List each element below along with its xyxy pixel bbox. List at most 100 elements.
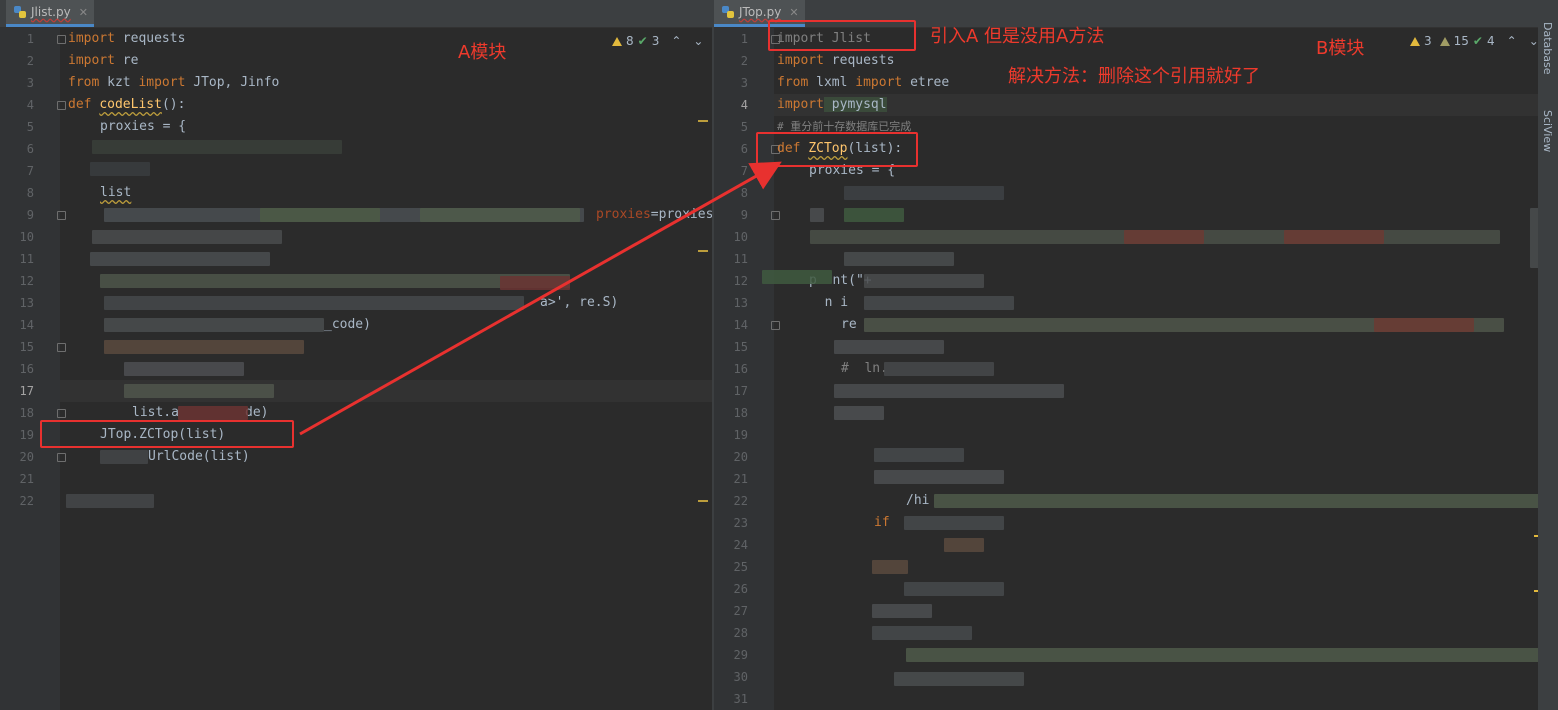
highlight-box-call: [40, 420, 294, 448]
line-number[interactable]: 19: [0, 424, 34, 446]
line-number[interactable]: 23: [714, 512, 748, 534]
line-number[interactable]: 3: [0, 72, 34, 94]
line-number[interactable]: 20: [714, 446, 748, 468]
line-number[interactable]: 11: [0, 248, 34, 270]
python-file-icon: [14, 6, 26, 18]
code-line-3: from lxml import etree: [777, 75, 950, 90]
line-number[interactable]: 10: [714, 226, 748, 248]
line-number[interactable]: 15: [0, 336, 34, 358]
close-icon[interactable]: ✕: [789, 6, 798, 19]
line-number[interactable]: 8: [714, 182, 748, 204]
line-number[interactable]: 8: [0, 182, 34, 204]
fold-marker-icon[interactable]: [771, 321, 780, 330]
line-number[interactable]: 13: [714, 292, 748, 314]
line-number[interactable]: 30: [714, 666, 748, 688]
scroll-marker: [698, 120, 708, 122]
line-number[interactable]: 18: [714, 402, 748, 424]
left-editor-pane: Jlist.py ✕ 1 2 3 4 5 6 7 8 9 10 11 12 13 14 15 16 17 18 19…: [0, 0, 712, 710]
line-number[interactable]: 24: [714, 534, 748, 556]
line-number[interactable]: 28: [714, 622, 748, 644]
right-editor-pane: JTop.py ✕ 1 2 3 4 5 6 7 8 9 10 11 12 13 14 15 16 17 18 19 2…: [714, 0, 1558, 710]
line-number[interactable]: 7: [0, 160, 34, 182]
inspection-widget[interactable]: 3 15 ✔ 4 ⌃ ⌄: [1410, 34, 1539, 48]
code-line-4: def codeList():: [68, 97, 186, 112]
code-line-1: import requests: [68, 31, 186, 46]
annotation-note-fix: 解决方法：删除这个引用就好了: [1008, 66, 1260, 87]
right-tool-strip: Database SciView: [1538, 0, 1558, 710]
line-number[interactable]: 9: [0, 204, 34, 226]
line-number[interactable]: 13: [0, 292, 34, 314]
inspection-widget[interactable]: 8 ✔ 3 ⌃ ⌄: [612, 34, 703, 48]
line-number[interactable]: 12: [714, 270, 748, 292]
fold-marker-icon[interactable]: [57, 409, 66, 418]
line-number[interactable]: 19: [714, 424, 748, 446]
line-number[interactable]: 5: [0, 116, 34, 138]
line-number[interactable]: 29: [714, 644, 748, 666]
annotation-label-b: B模块: [1316, 38, 1365, 59]
line-number[interactable]: 6: [714, 138, 748, 160]
tab-jlist[interactable]: Jlist.py ✕: [6, 0, 94, 27]
line-number[interactable]: 21: [714, 468, 748, 490]
fold-marker-icon[interactable]: [57, 35, 66, 44]
line-number[interactable]: 22: [0, 490, 34, 512]
line-number[interactable]: 17: [714, 380, 748, 402]
line-number[interactable]: 2: [714, 50, 748, 72]
warning-icon: [612, 36, 622, 46]
line-number[interactable]: 20: [0, 446, 34, 468]
line-number[interactable]: 5: [714, 116, 748, 138]
line-number[interactable]: 15: [714, 336, 748, 358]
chevron-up-icon[interactable]: ⌃: [671, 34, 681, 48]
database-tool-tab[interactable]: Database: [1541, 22, 1554, 75]
line-number[interactable]: 22: [714, 490, 748, 512]
line-number[interactable]: 18: [0, 402, 34, 424]
line-number[interactable]: 11: [714, 248, 748, 270]
line-number[interactable]: 3: [714, 72, 748, 94]
fold-marker-icon[interactable]: [57, 101, 66, 110]
code-line-16: # ln.: [841, 361, 888, 376]
line-number[interactable]: 21: [0, 468, 34, 490]
line-number[interactable]: 1: [0, 28, 34, 50]
line-number[interactable]: 6: [0, 138, 34, 160]
fold-marker-icon[interactable]: [57, 343, 66, 352]
current-line-highlight: [774, 94, 1538, 116]
line-number[interactable]: 25: [714, 556, 748, 578]
weak-warning-count: 15: [1453, 34, 1469, 48]
sciview-tool-tab[interactable]: SciView: [1541, 110, 1554, 152]
code-line-13-tail: a>', re.S): [540, 295, 619, 310]
line-number[interactable]: 31: [714, 688, 748, 710]
fold-marker-icon[interactable]: [771, 211, 780, 220]
line-number[interactable]: 1: [714, 28, 748, 50]
line-number-gutter: 1 2 3 4 5 6 7 8 9 10 11 12 13 14 15 16 17 18 19 20 21 22 23 24 2…: [714, 28, 780, 710]
code-line-3: from kzt import JTop, Jinfo: [68, 75, 280, 90]
code-line-9-tail: proxies=proxies: [596, 207, 712, 222]
chevron-up-icon[interactable]: ⌃: [1507, 34, 1517, 48]
close-icon[interactable]: ✕: [79, 6, 88, 19]
python-file-icon: [722, 6, 734, 18]
weak-warning-icon: ✔: [637, 34, 648, 48]
line-number[interactable]: 14: [0, 314, 34, 336]
line-number[interactable]: 26: [714, 578, 748, 600]
line-number[interactable]: 14: [714, 314, 748, 336]
chevron-down-icon[interactable]: ⌄: [693, 34, 703, 48]
line-number[interactable]: 16: [0, 358, 34, 380]
line-number[interactable]: 17: [0, 380, 34, 402]
warning-count: 8: [626, 34, 634, 48]
line-number[interactable]: 12: [0, 270, 34, 292]
line-number[interactable]: 27: [714, 600, 748, 622]
line-number[interactable]: 9: [714, 204, 748, 226]
fold-marker-icon[interactable]: [57, 211, 66, 220]
ok-count: 4: [1486, 34, 1495, 48]
line-number[interactable]: 10: [0, 226, 34, 248]
line-number[interactable]: 16: [714, 358, 748, 380]
weak-warning-icon: [1439, 36, 1450, 46]
weak-warning-count: 3: [651, 34, 660, 48]
line-number[interactable]: 4: [714, 94, 748, 116]
line-number[interactable]: 2: [0, 50, 34, 72]
line-number[interactable]: 7: [714, 160, 748, 182]
fold-marker-icon[interactable]: [57, 453, 66, 462]
line-number[interactable]: 4: [0, 94, 34, 116]
code-line-14-tail: _code): [324, 317, 371, 332]
tab-filename: Jlist.py: [31, 5, 71, 19]
code-line-23: if: [874, 515, 890, 530]
left-tab-bar: Jlist.py ✕: [0, 0, 712, 28]
